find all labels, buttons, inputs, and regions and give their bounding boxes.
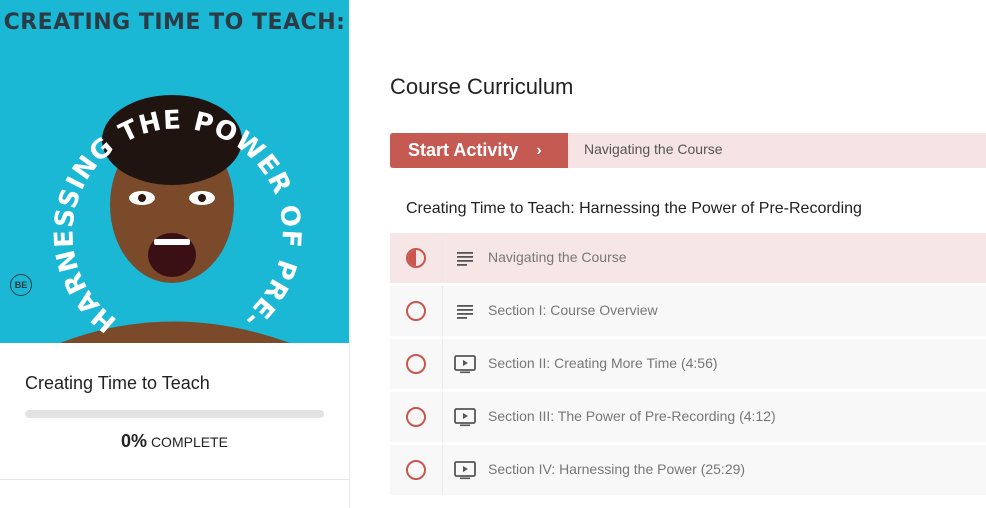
status-circle-icon — [406, 248, 426, 268]
lesson-title: Section IV: Harnessing the Power (25:29) — [488, 461, 746, 477]
progress-percent: 0% — [121, 431, 148, 451]
video-play-icon — [454, 354, 476, 374]
lesson-row[interactable]: Section III: The Power of Pre-Recording … — [390, 392, 986, 442]
video-play-icon — [454, 460, 476, 480]
lesson-title: Section I: Course Overview — [488, 302, 658, 318]
progress-bar — [25, 410, 324, 418]
lesson-title: Navigating the Course — [488, 249, 627, 265]
course-cover-image: CREATING TIME TO TEACH: HARNESSING THE P… — [0, 0, 349, 343]
row-divider — [442, 339, 443, 389]
next-activity-bar: Start Activity › Navigating the Course — [390, 133, 986, 168]
sidebar-divider — [349, 0, 351, 508]
lesson-title: Section III: The Power of Pre-Recording … — [488, 408, 776, 424]
lesson-row[interactable]: Navigating the Course — [390, 233, 986, 283]
lesson-list: Navigating the Course Section I: Course O… — [390, 233, 986, 498]
video-play-icon — [454, 407, 476, 427]
row-divider — [442, 445, 443, 495]
progress-suffix: COMPLETE — [150, 434, 228, 450]
status-circle-icon — [406, 460, 426, 480]
start-activity-label: Start Activity — [408, 140, 519, 160]
chevron-right-icon: › — [536, 141, 542, 159]
course-sidebar: CREATING TIME TO TEACH: HARNESSING THE P… — [0, 0, 349, 508]
progress-label: 0% COMPLETE — [0, 431, 349, 452]
start-activity-button[interactable]: Start Activity › — [390, 133, 568, 168]
brand-badge: BE — [10, 274, 32, 296]
text-lines-icon — [454, 301, 476, 321]
cover-artwork: HARNESSING THE POWER OF PRE-RECORDING — [0, 0, 305, 343]
section-title: Creating Time to Teach: Harnessing the P… — [406, 200, 862, 217]
lesson-row[interactable]: Section IV: Harnessing the Power (25:29) — [390, 445, 986, 495]
lesson-row[interactable]: Section I: Course Overview — [390, 286, 986, 336]
text-lines-icon — [454, 248, 476, 268]
lesson-row[interactable]: Section II: Creating More Time (4:56) — [390, 339, 986, 389]
curriculum-panel: Course Curriculum Start Activity › Navig… — [390, 0, 986, 508]
row-divider — [442, 392, 443, 442]
next-activity-name: Navigating the Course — [584, 141, 723, 157]
lesson-title: Section II: Creating More Time (4:56) — [488, 355, 718, 371]
row-divider — [442, 233, 443, 283]
course-progress-card: Creating Time to Teach 0% COMPLETE — [0, 343, 349, 480]
status-circle-icon — [406, 354, 426, 374]
status-circle-icon — [406, 407, 426, 427]
row-divider — [442, 286, 443, 336]
status-circle-icon — [406, 301, 426, 321]
course-name: Creating Time to Teach — [25, 373, 210, 393]
page-title: Course Curriculum — [390, 74, 574, 99]
